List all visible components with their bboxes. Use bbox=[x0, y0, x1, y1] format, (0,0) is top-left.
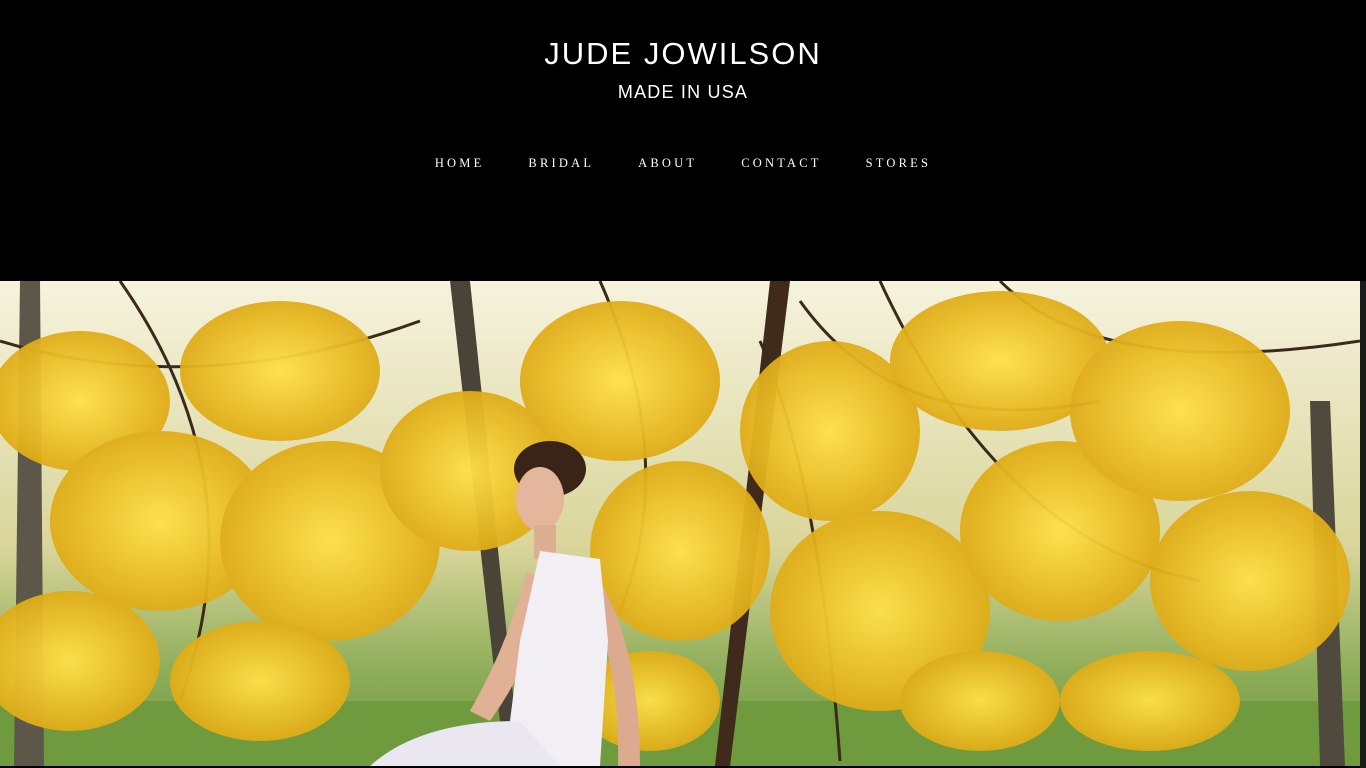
hero-photo-illustration bbox=[0, 281, 1360, 766]
nav-item-home[interactable]: HOME bbox=[435, 156, 485, 171]
page-scrollbar[interactable] bbox=[1360, 281, 1366, 768]
hero-image bbox=[0, 281, 1360, 766]
nav-item-about[interactable]: ABOUT bbox=[638, 156, 697, 171]
nav-item-bridal[interactable]: BRIDAL bbox=[528, 156, 594, 171]
site-header: JUDE JOWILSON MADE IN USA HOME BRIDAL AB… bbox=[0, 0, 1366, 281]
main-nav: HOME BRIDAL ABOUT CONTACT STORES bbox=[0, 156, 1366, 171]
nav-item-contact[interactable]: CONTACT bbox=[741, 156, 821, 171]
brand-title[interactable]: JUDE JOWILSON bbox=[0, 36, 1366, 72]
nav-item-stores[interactable]: STORES bbox=[866, 156, 932, 171]
brand-tagline: MADE IN USA bbox=[617, 82, 749, 102]
